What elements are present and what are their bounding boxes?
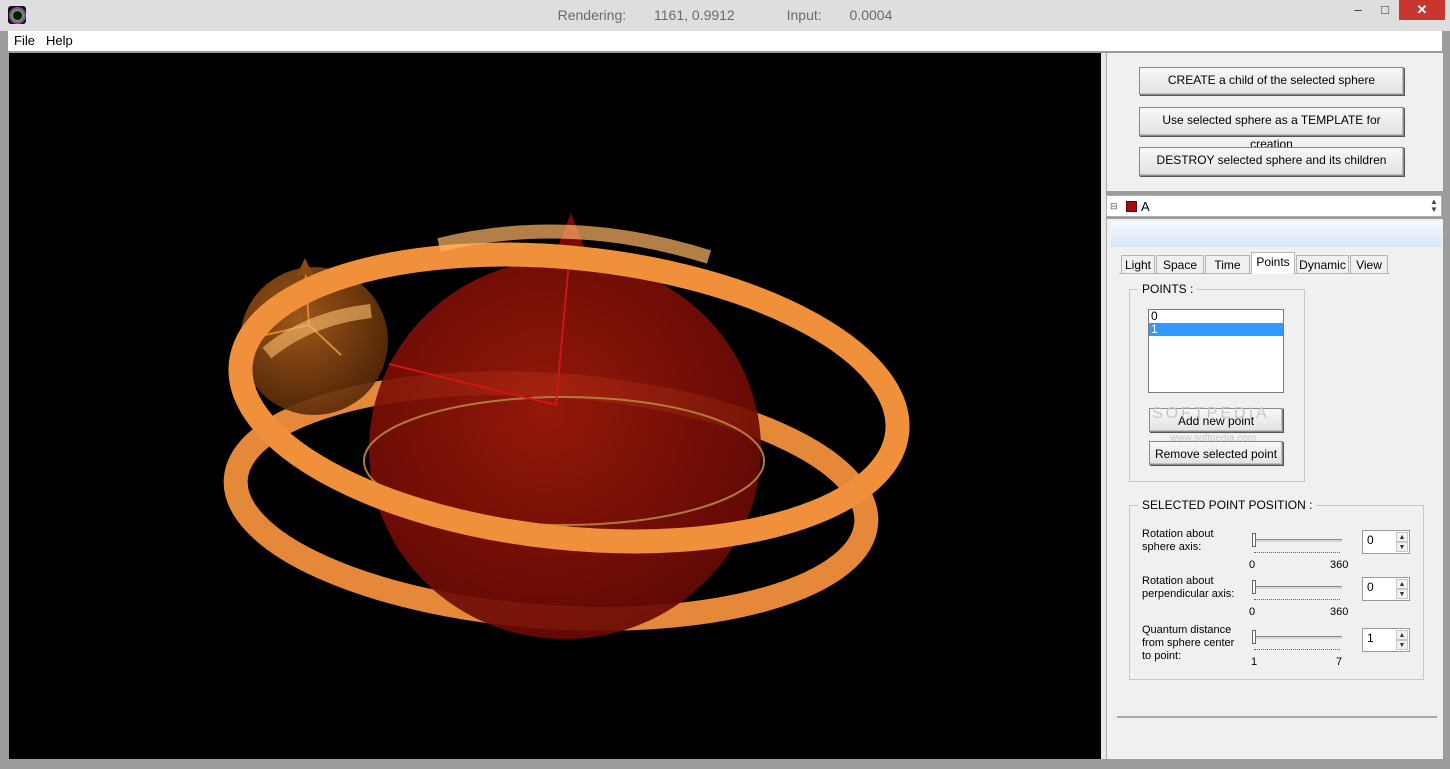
rotation-axis-label: Rotation about sphere axis: [1142, 528, 1214, 553]
rotation-perp-min: 0 [1249, 606, 1256, 618]
rotation-axis-ticks [1254, 552, 1340, 556]
render-viewport[interactable] [9, 53, 1101, 759]
quantum-distance-max: 7 [1336, 656, 1343, 668]
use-template-button[interactable]: Use selected sphere as a TEMPLATE for cr… [1139, 107, 1404, 151]
spin-down-icon[interactable]: ▼ [1396, 589, 1408, 599]
remove-point-button[interactable]: Remove selected point [1149, 441, 1283, 465]
properties-header [1111, 221, 1442, 247]
tree-collapse-icon[interactable]: ⊟ [1110, 202, 1118, 211]
rotation-axis-stepper[interactable]: 0 ▲ ▼ [1362, 530, 1410, 554]
tab-time[interactable]: Time [1205, 255, 1250, 273]
rendering-label: Rendering: [557, 7, 627, 23]
minimize-button[interactable]: – [1345, 0, 1371, 20]
menu-help[interactable]: Help [46, 33, 73, 48]
points-list[interactable]: 0 1 [1148, 309, 1284, 393]
rotation-perp-value[interactable]: 0 [1367, 580, 1374, 594]
tab-points[interactable]: Points [1251, 252, 1295, 274]
quantum-distance-value[interactable]: 1 [1367, 631, 1374, 645]
close-button[interactable]: ✕ [1399, 0, 1445, 20]
tab-dynamic[interactable]: Dynamic [1296, 255, 1349, 273]
rotation-axis-min: 0 [1249, 559, 1256, 571]
points-group-title: POINTS : [1138, 282, 1198, 296]
menu-file[interactable]: File [14, 33, 35, 48]
points-group: POINTS : 0 1 Add new point Remove select… [1129, 282, 1305, 482]
tab-view[interactable]: View [1350, 255, 1388, 273]
create-child-button[interactable]: CREATE a child of the selected sphere [1139, 67, 1404, 95]
quantum-distance-slider-thumb[interactable] [1252, 630, 1256, 644]
rotation-perp-label: Rotation about perpendicular axis: [1142, 575, 1235, 600]
spin-down-icon[interactable]: ▼ [1396, 640, 1408, 650]
maximize-button[interactable]: □ [1372, 0, 1398, 20]
rendering-value: 1161, 0.9912 [654, 7, 735, 23]
watermark-logo: SOFTPEDIA [1152, 405, 1270, 422]
destroy-sphere-button[interactable]: DESTROY selected sphere and its children [1139, 147, 1404, 176]
tab-space[interactable]: Space [1156, 255, 1204, 273]
point-position-title: SELECTED POINT POSITION : [1138, 498, 1317, 512]
panel-divider [1117, 716, 1437, 718]
window-title: Rendering: 1161, 0.9912 Input: 0.0004 [0, 7, 1450, 23]
sphere-tree[interactable]: ⊟ A ▲ ▼ [1106, 195, 1442, 217]
rotation-perp-track[interactable] [1252, 586, 1342, 589]
rotation-axis-slider-thumb[interactable] [1252, 533, 1256, 547]
tab-light[interactable]: Light [1121, 255, 1155, 273]
spin-up-icon[interactable]: ▲ [1396, 532, 1408, 542]
rotation-perp-slider-thumb[interactable] [1252, 580, 1256, 594]
sphere-actions-panel: CREATE a child of the selected sphere Us… [1106, 53, 1443, 191]
quantum-distance-min: 1 [1251, 656, 1258, 668]
tree-scroll-arrows[interactable]: ▲ ▼ [1429, 198, 1439, 214]
main-sphere[interactable] [369, 259, 761, 639]
quantum-distance-stepper[interactable]: 1 ▲ ▼ [1362, 628, 1410, 652]
tree-item-selected[interactable]: A [1141, 199, 1150, 214]
rotation-perp-stepper[interactable]: 0 ▲ ▼ [1362, 577, 1410, 601]
list-item[interactable]: 0 [1149, 310, 1283, 323]
rotation-axis-value[interactable]: 0 [1367, 533, 1374, 547]
spin-up-icon[interactable]: ▲ [1396, 630, 1408, 640]
title-bar: Rendering: 1161, 0.9912 Input: 0.0004 – … [0, 0, 1450, 31]
quantum-distance-label: Quantum distance from sphere center to p… [1142, 624, 1235, 662]
sphere-color-swatch [1126, 201, 1137, 212]
small-axis-arrow [297, 258, 313, 275]
spin-down-icon[interactable]: ▼ [1396, 542, 1408, 552]
rotation-perp-max: 360 [1330, 606, 1349, 618]
properties-panel: Light Space Time Points Dynamic View POI… [1106, 219, 1443, 759]
input-label: Input: [786, 7, 822, 23]
quantum-distance-ticks [1254, 649, 1340, 653]
watermark-url: www.softpedia.com [1170, 433, 1257, 444]
input-value: 0.0004 [849, 7, 893, 23]
rotation-perp-ticks [1254, 599, 1340, 603]
point-position-group: SELECTED POINT POSITION : Rotation about… [1129, 498, 1424, 680]
spin-up-icon[interactable]: ▲ [1396, 579, 1408, 589]
rotation-axis-max: 360 [1330, 559, 1349, 571]
menu-bar: File Help [8, 31, 1442, 51]
list-item-selected[interactable]: 1 [1149, 323, 1283, 336]
rotation-axis-track[interactable] [1252, 539, 1342, 542]
quantum-distance-track[interactable] [1252, 636, 1342, 639]
